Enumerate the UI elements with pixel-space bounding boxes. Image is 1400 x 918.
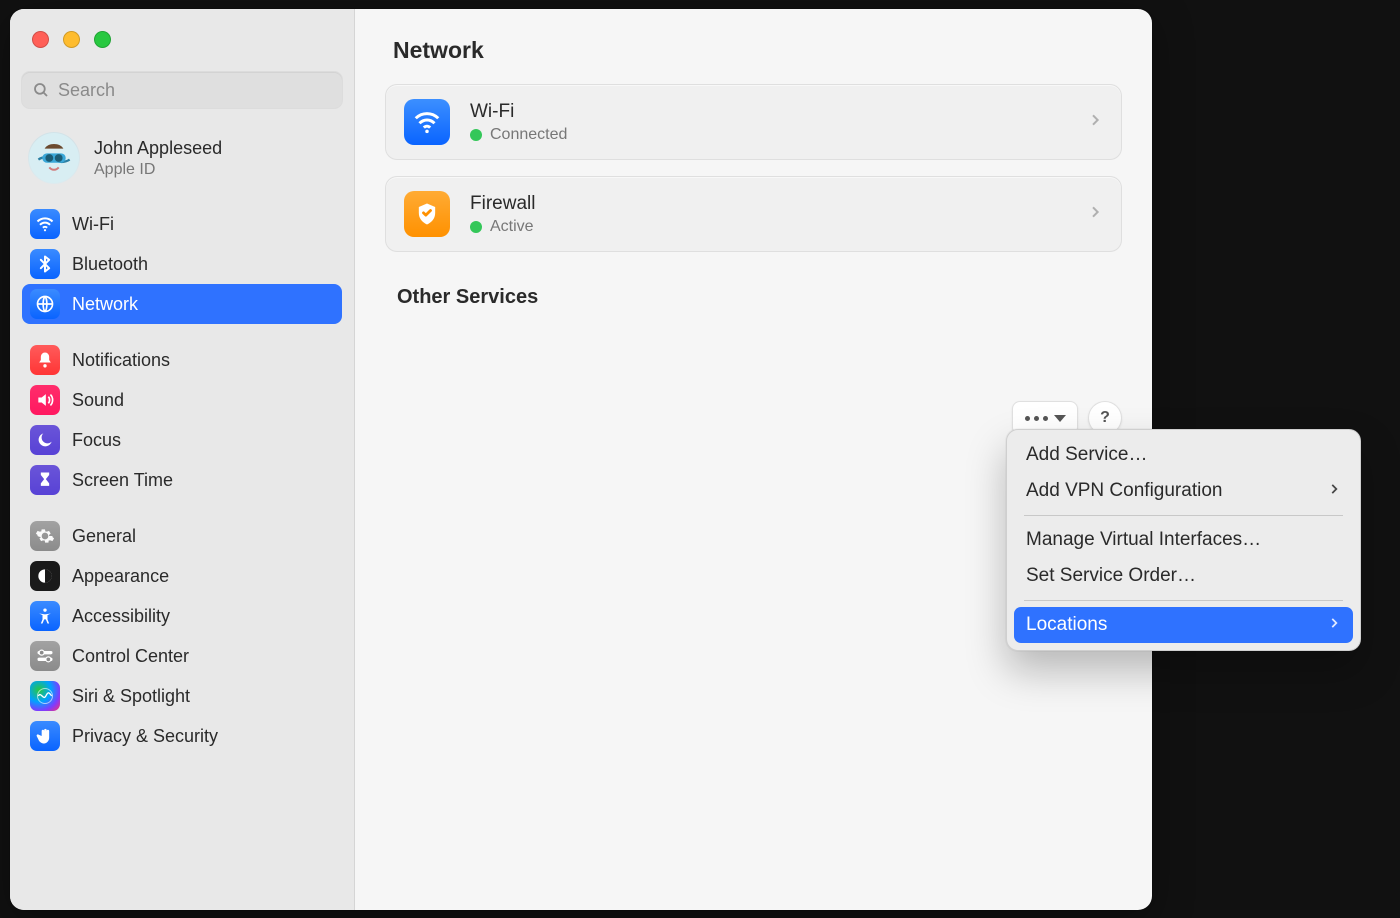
sidebar-list: Wi-Fi Bluetooth Network xyxy=(10,200,354,776)
service-title: Firewall xyxy=(470,193,535,215)
menu-item-add-vpn[interactable]: Add VPN Configuration xyxy=(1014,473,1353,509)
menu-item-label: Locations xyxy=(1026,614,1107,636)
bluetooth-icon xyxy=(30,249,60,279)
page-title: Network xyxy=(385,9,1122,84)
sidebar-item-label: Siri & Spotlight xyxy=(72,686,190,707)
sidebar-item-bluetooth[interactable]: Bluetooth xyxy=(22,244,342,284)
system-settings-window: John Appleseed Apple ID Wi-Fi Bluetooth xyxy=(10,9,1152,910)
hourglass-icon xyxy=(30,465,60,495)
moon-icon xyxy=(30,425,60,455)
menu-item-label: Add VPN Configuration xyxy=(1026,480,1222,502)
chevron-down-icon xyxy=(1054,415,1066,422)
service-row-firewall[interactable]: Firewall Active xyxy=(385,176,1122,252)
sidebar-item-wifi[interactable]: Wi-Fi xyxy=(22,204,342,244)
service-status: Active xyxy=(490,218,534,236)
bell-icon xyxy=(30,345,60,375)
menu-item-manage-virtual[interactable]: Manage Virtual Interfaces… xyxy=(1014,522,1353,558)
hand-icon xyxy=(30,721,60,751)
chevron-right-icon xyxy=(1327,614,1341,636)
firewall-icon xyxy=(404,191,450,237)
sidebar-item-label: Wi-Fi xyxy=(72,214,114,235)
sidebar-item-label: Focus xyxy=(72,430,121,451)
service-row-wifi[interactable]: Wi-Fi Connected xyxy=(385,84,1122,160)
chevron-right-icon xyxy=(1327,480,1341,502)
globe-icon xyxy=(30,289,60,319)
ellipsis-icon xyxy=(1025,416,1048,421)
menu-item-label: Add Service… xyxy=(1026,444,1147,466)
minimize-window-button[interactable] xyxy=(63,31,80,48)
chevron-right-icon xyxy=(1087,204,1103,225)
sidebar-item-label: Appearance xyxy=(72,566,169,587)
sidebar-item-label: Screen Time xyxy=(72,470,173,491)
account-subtitle: Apple ID xyxy=(94,161,222,179)
accessibility-icon xyxy=(30,601,60,631)
status-dot-icon xyxy=(470,221,482,233)
sidebar-item-label: Privacy & Security xyxy=(72,726,218,747)
appearance-icon xyxy=(30,561,60,591)
help-label: ? xyxy=(1100,409,1110,427)
wifi-icon xyxy=(404,99,450,145)
sidebar-item-siri-spotlight[interactable]: Siri & Spotlight xyxy=(22,676,342,716)
chevron-right-icon xyxy=(1087,112,1103,133)
more-menu-popup: Add Service… Add VPN Configuration Manag… xyxy=(1006,429,1361,651)
menu-separator xyxy=(1024,515,1343,516)
search-icon xyxy=(32,81,50,99)
wifi-icon xyxy=(30,209,60,239)
search-input[interactable] xyxy=(58,80,332,101)
sidebar-item-accessibility[interactable]: Accessibility xyxy=(22,596,342,636)
status-dot-icon xyxy=(470,129,482,141)
menu-separator xyxy=(1024,600,1343,601)
sidebar-item-notifications[interactable]: Notifications xyxy=(22,340,342,380)
sidebar-item-sound[interactable]: Sound xyxy=(22,380,342,420)
sidebar-item-control-center[interactable]: Control Center xyxy=(22,636,342,676)
sidebar-item-label: Accessibility xyxy=(72,606,170,627)
sidebar: John Appleseed Apple ID Wi-Fi Bluetooth xyxy=(10,9,355,910)
sidebar-item-label: Bluetooth xyxy=(72,254,148,275)
gear-icon xyxy=(30,521,60,551)
sidebar-item-focus[interactable]: Focus xyxy=(22,420,342,460)
speaker-icon xyxy=(30,385,60,415)
menu-item-label: Set Service Order… xyxy=(1026,565,1196,587)
sidebar-item-label: Network xyxy=(72,294,138,315)
service-title: Wi-Fi xyxy=(470,101,567,123)
sidebar-item-appearance[interactable]: Appearance xyxy=(22,556,342,596)
account-name: John Appleseed xyxy=(94,138,222,159)
menu-item-set-service-order[interactable]: Set Service Order… xyxy=(1014,558,1353,594)
sidebar-item-label: General xyxy=(72,526,136,547)
avatar xyxy=(28,132,80,184)
sidebar-item-general[interactable]: General xyxy=(22,516,342,556)
close-window-button[interactable] xyxy=(32,31,49,48)
services-list: Wi-Fi Connected Firewall xyxy=(385,84,1122,252)
sidebar-item-label: Sound xyxy=(72,390,124,411)
siri-icon xyxy=(30,681,60,711)
account-row[interactable]: John Appleseed Apple ID xyxy=(10,122,354,200)
sliders-icon xyxy=(30,641,60,671)
sidebar-item-screen-time[interactable]: Screen Time xyxy=(22,460,342,500)
sidebar-item-privacy-security[interactable]: Privacy & Security xyxy=(22,716,342,756)
menu-item-add-service[interactable]: Add Service… xyxy=(1014,437,1353,473)
window-controls xyxy=(10,9,354,66)
search-field[interactable] xyxy=(22,72,342,108)
account-text: John Appleseed Apple ID xyxy=(94,138,222,179)
maximize-window-button[interactable] xyxy=(94,31,111,48)
sidebar-item-label: Control Center xyxy=(72,646,189,667)
sidebar-item-network[interactable]: Network xyxy=(22,284,342,324)
sidebar-item-label: Notifications xyxy=(72,350,170,371)
menu-item-locations[interactable]: Locations xyxy=(1014,607,1353,643)
service-status: Connected xyxy=(490,126,567,144)
menu-item-label: Manage Virtual Interfaces… xyxy=(1026,529,1261,551)
other-services-heading: Other Services xyxy=(385,252,1122,321)
